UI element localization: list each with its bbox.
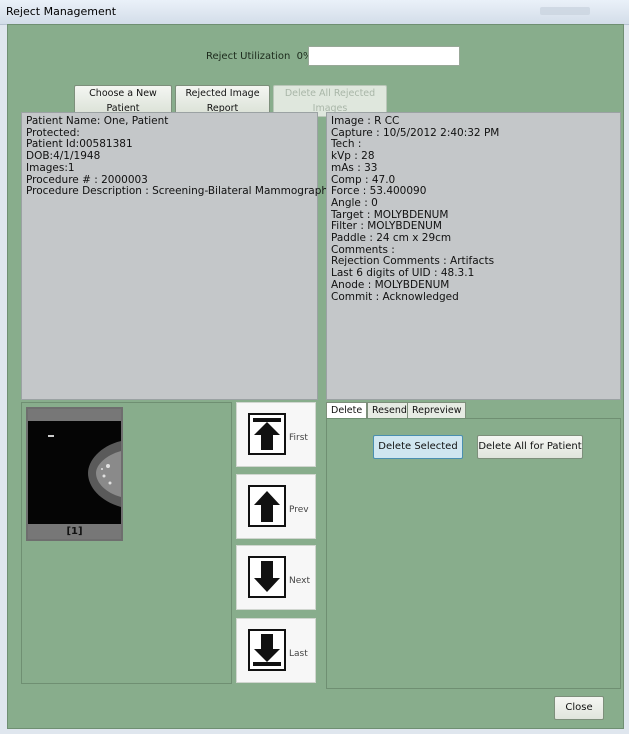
tab-delete[interactable]: Delete	[326, 402, 368, 419]
delete-all-patient-button[interactable]: Delete All for Patient	[477, 435, 583, 459]
image-capture: Capture : 10/5/2012 2:40:32 PM	[331, 126, 500, 139]
tab-resend[interactable]: Resend	[367, 402, 412, 419]
thumbnail-panel: [1]	[21, 402, 232, 684]
title-bar: Reject Management	[0, 0, 629, 25]
utilization-label: Reject Utilization 0%	[206, 51, 313, 62]
patient-info-panel: Patient Name: One, Patient Protected: Pa…	[21, 112, 335, 400]
arrow-down-bar-icon	[248, 629, 286, 671]
tab-repreview[interactable]: Repreview	[407, 402, 467, 419]
close-button[interactable]: Close	[554, 696, 604, 720]
arrow-up-bar-icon	[248, 413, 286, 455]
thumbnail-header	[28, 409, 121, 421]
utilization-progress-bar	[308, 46, 460, 66]
prev-label: Prev	[289, 505, 309, 515]
prev-button[interactable]: Prev	[236, 474, 316, 539]
image-paddle: Paddle : 24 cm x 29cm	[331, 232, 452, 245]
delete-tab-panel: Delete Selected Delete All for Patient	[326, 418, 621, 689]
next-button[interactable]: Next	[236, 545, 316, 610]
thumbnail-label: [1]	[28, 524, 121, 539]
main-frame: Reject Utilization 0% Choose a New Patie…	[7, 24, 624, 729]
delete-selected-button[interactable]: Delete Selected	[373, 435, 463, 459]
first-label: First	[289, 433, 308, 443]
arrow-down-icon	[248, 556, 286, 598]
next-label: Next	[289, 576, 310, 586]
last-button[interactable]: Last	[236, 618, 316, 683]
mammogram-image	[28, 421, 121, 526]
patient-images: Images:1	[26, 161, 75, 174]
patient-name: Patient Name: One, Patient	[26, 115, 169, 127]
image-thumbnail[interactable]: [1]	[26, 407, 123, 541]
first-button[interactable]: First	[236, 402, 316, 467]
last-label: Last	[289, 649, 308, 659]
arrow-up-icon	[248, 485, 286, 527]
image-anode: Anode : MOLYBDENUM	[331, 278, 450, 291]
window-controls[interactable]	[540, 7, 590, 15]
image-angle: Angle : 0	[331, 196, 378, 209]
image-commit: Commit : Acknowledged	[331, 290, 459, 303]
image-mas: mAs : 33	[331, 161, 378, 174]
image-view: Image : R CC	[331, 115, 400, 127]
image-info-panel: Image : R CC Capture : 10/5/2012 2:40:32…	[326, 112, 621, 400]
window-title: Reject Management	[6, 5, 117, 18]
procedure-description: Procedure Description : Screening-Bilate…	[26, 185, 335, 198]
